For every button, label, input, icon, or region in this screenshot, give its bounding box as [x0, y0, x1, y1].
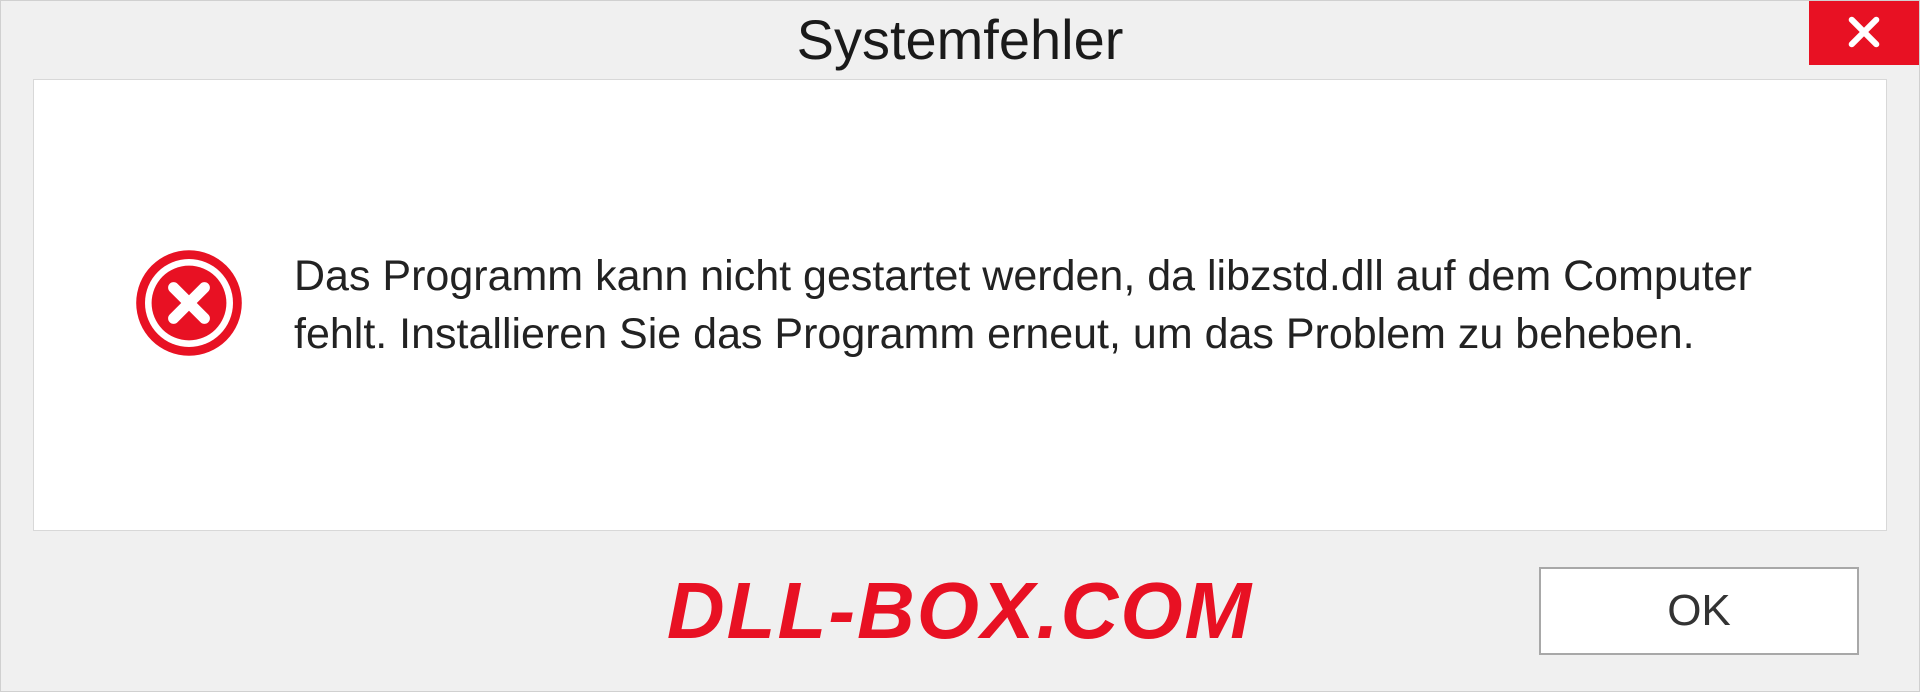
ok-button[interactable]: OK — [1539, 567, 1859, 655]
dialog-footer: DLL-BOX.COM OK — [1, 531, 1919, 691]
error-message: Das Programm kann nicht gestartet werden… — [294, 247, 1826, 363]
dialog-title: Systemfehler — [797, 7, 1124, 72]
titlebar: Systemfehler — [1, 1, 1919, 79]
content-box: Das Programm kann nicht gestartet werden… — [33, 79, 1887, 531]
error-dialog: Systemfehler Das Programm kann nicht ges… — [0, 0, 1920, 692]
close-button[interactable] — [1809, 1, 1919, 65]
watermark-text: DLL-BOX.COM — [667, 565, 1253, 657]
error-icon — [134, 248, 244, 363]
close-icon — [1843, 11, 1885, 56]
